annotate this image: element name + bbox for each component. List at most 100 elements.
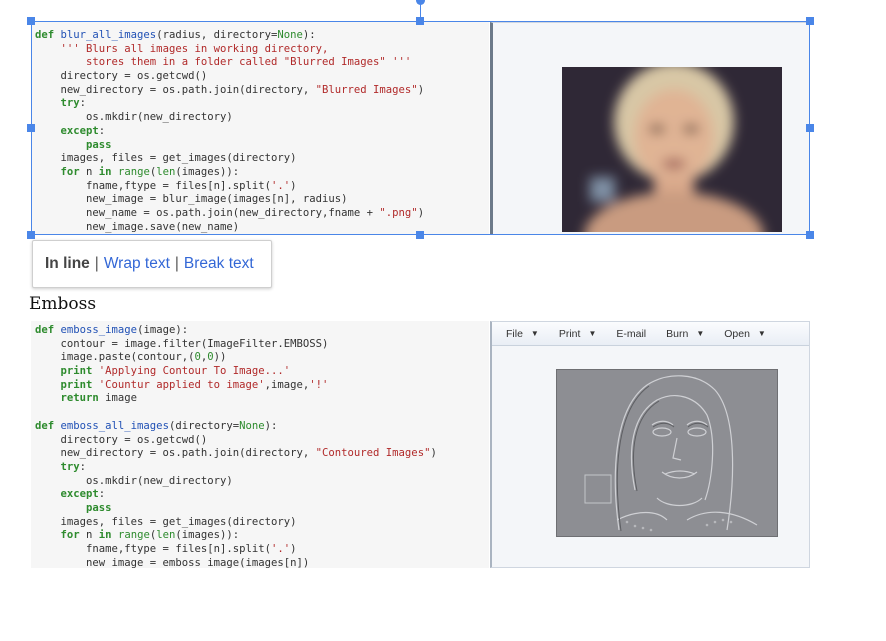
code-line: new_name = os.path.join(new_directory,fn… [35,207,489,221]
code-token: '.' [271,543,291,555]
code-token: ): [302,29,316,41]
resize-handle-bottom-left[interactable] [27,231,35,239]
chevron-down-icon: ▼ [757,329,766,338]
toolbar-burn[interactable]: Burn ▼ [666,328,704,340]
resize-handle-right[interactable] [806,124,814,132]
wrap-text-option[interactable]: Wrap text [104,255,170,273]
code-token: : [79,97,87,110]
blurred-image-panel [490,22,810,235]
break-text-option[interactable]: Break text [184,255,254,273]
code-token: None [277,29,303,41]
blur-code-block[interactable]: def blur_all_images(radius, directory=No… [31,22,489,235]
code-token: (images)): [175,165,240,178]
code-token: "Blurred Images" [315,83,418,96]
code-token: '!' [309,378,329,391]
code-token: pass [86,501,112,514]
rotate-handle[interactable] [416,0,425,5]
emboss-code-block[interactable]: def emboss_image(image): contour = image… [31,321,489,568]
code-token: new_image.save(new_name) [35,220,240,233]
chevron-down-icon: ▼ [696,329,705,338]
code-token: emboss_image [60,324,138,336]
code-token: in [98,165,112,178]
chevron-down-icon: ▼ [588,329,597,338]
code-line: def emboss_all_images(directory=None): [35,420,489,434]
code-line: print 'Countur applied to image',image,'… [35,379,489,393]
code-token: len [156,529,176,542]
code-token: print [60,378,93,391]
code-token: "Contoured Images" [315,447,431,460]
code-line: except: [35,488,489,502]
code-token: for [60,529,80,542]
code-line: for n in range(len(images)): [35,529,489,543]
code-token: directory = os.getcwd() [35,433,208,446]
code-token: ,image, [264,378,310,391]
resize-handle-top-left[interactable] [27,17,35,25]
toolbar-print[interactable]: Print ▼ [559,328,597,340]
code-token: ''' Blurs all images in working director… [60,42,329,55]
toolbar-email[interactable]: E-mail [616,328,646,340]
toolbar-open[interactable]: Open ▼ [724,328,766,340]
code-token: new_image = blur_image(images[n], radius… [35,193,348,206]
code-line: ''' Blurs all images in working director… [35,43,489,57]
code-token: for [60,165,80,178]
code-token: try [60,460,80,473]
code-token: fname,ftype = files[n].split( [35,543,271,555]
resize-handle-top-right[interactable] [806,17,814,25]
code-token: range [117,165,150,178]
viewer-toolbar: File ▼ Print ▼ E-mail Burn ▼ Open ▼ [492,322,809,346]
code-line: stores them in a folder called "Blurred … [35,56,489,70]
resize-handle-bottom[interactable] [416,231,424,239]
code-token: def [35,29,61,41]
resize-handle-left[interactable] [27,124,35,132]
code-token: '.' [271,179,291,192]
code-token: new_image = emboss_image(images[n]) [35,556,310,568]
code-token: n [79,165,99,178]
code-line: directory = os.getcwd() [35,70,489,84]
toolbar-file[interactable]: File ▼ [506,328,539,340]
emboss-image-viewer: File ▼ Print ▼ E-mail Burn ▼ Open ▼ [490,321,810,568]
code-line: image.paste(contour,(0,0)) [35,351,489,365]
code-line: new_image = blur_image(images[n], radius… [35,193,489,207]
code-token: images, files = get_images(directory) [35,515,297,528]
resize-handle-bottom-right[interactable] [806,231,814,239]
code-token: in [98,529,112,542]
code-line: new_image = emboss_image(images[n]) [35,557,489,568]
code-line: images, files = get_images(directory) [35,152,489,166]
separator: | [94,255,99,272]
code-token: def [35,419,61,432]
code-line: print 'Applying Contour To Image...' [35,365,489,379]
code-line: images, files = get_images(directory) [35,516,489,530]
code-token: directory = os.getcwd() [35,70,208,83]
code-token: contour = image.filter(ImageFilter.EMBOS… [35,337,329,350]
code-token: )) [213,351,227,364]
resize-handle-top[interactable] [416,17,424,25]
embossed-portrait-image [556,369,778,537]
code-token: fname,ftype = files[n].split( [35,179,271,192]
separator: | [174,255,179,272]
code-token: os.mkdir(new_directory) [35,111,233,124]
code-line: fname,ftype = files[n].split('.') [35,180,489,194]
code-token: def [35,324,61,336]
code-token: new_name = os.path.join(new_directory,fn… [35,206,380,219]
code-line: for n in range(len(images)): [35,166,489,180]
code-line: contour = image.filter(ImageFilter.EMBOS… [35,338,489,352]
code-token: ) [430,447,437,460]
code-token: image.paste(contour,( [35,351,195,364]
code-line: directory = os.getcwd() [35,434,489,448]
code-token: image [98,392,138,405]
code-token: : [98,124,106,137]
code-token: ) [290,543,297,555]
code-token: 'Countur applied to image' [98,378,265,391]
code-token: (radius, directory= [156,29,278,41]
code-token: ) [417,206,425,219]
inline-option[interactable]: In line [45,255,90,273]
code-token: blur_all_images [60,29,157,41]
